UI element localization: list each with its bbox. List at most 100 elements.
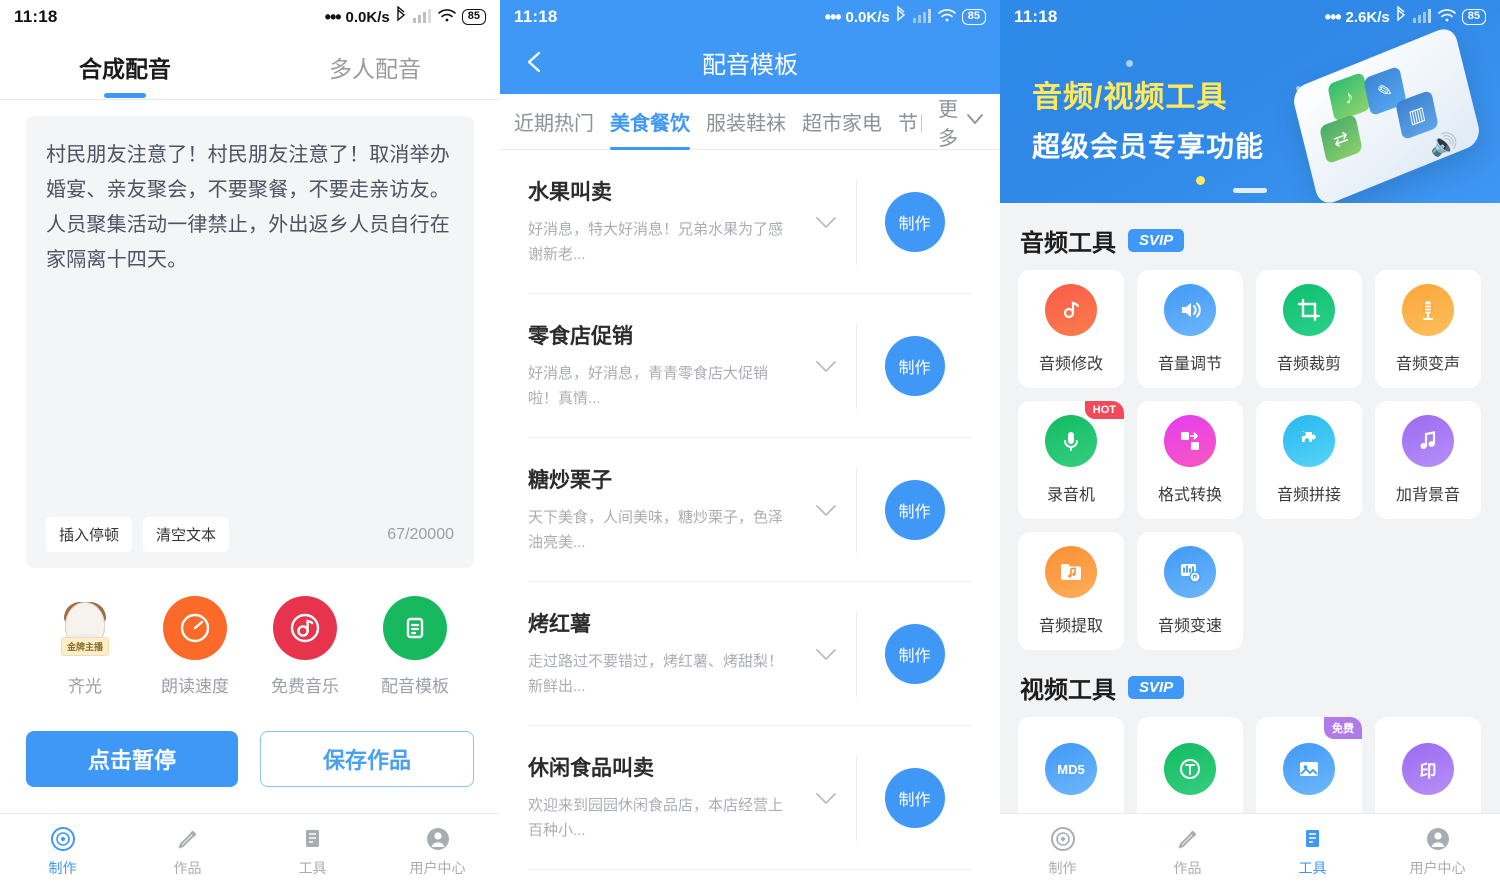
category-tab-clothing[interactable]: 服装鞋袜 bbox=[706, 107, 786, 136]
tool-cell-background-music[interactable]: 加背景音 bbox=[1375, 401, 1481, 519]
svip-badge-video: SVIP bbox=[1128, 676, 1185, 699]
tab-synthesis-dubbing[interactable]: 合成配音 bbox=[0, 50, 250, 84]
image-icon bbox=[1283, 743, 1335, 795]
nav-item-tools[interactable]: 工具 bbox=[250, 824, 375, 878]
nav-label-works: 作品 bbox=[173, 860, 202, 876]
chevron-down-icon bbox=[964, 108, 986, 136]
nav-item-works[interactable]: 作品 bbox=[1125, 824, 1250, 878]
audio-tools-title: 音频工具 bbox=[1020, 230, 1116, 257]
tool-cell-audio-edit[interactable]: 音频修改 bbox=[1018, 270, 1124, 388]
tool-cell-audio-merge[interactable]: 音频拼接 bbox=[1256, 401, 1362, 519]
template-row[interactable]: 零食店促销 好消息，好消息，青青零食店大促销啦！真情... 制作 bbox=[528, 294, 972, 438]
md5-glyph: MD5 bbox=[1057, 761, 1085, 777]
function-reading-speed[interactable]: 朗读速度 bbox=[140, 596, 250, 697]
template-list[interactable]: 水果叫卖 好消息，特大好消息！兄弟水果为了感谢新老... 制作 零食店促销 好消… bbox=[500, 150, 1000, 888]
expand-chevron-icon[interactable] bbox=[796, 351, 856, 381]
template-row[interactable]: 糖炒栗子 天下美食，人间美味，糖炒栗子，色泽油亮美... 制作 bbox=[528, 438, 972, 582]
insert-pause-button[interactable]: 插入停顿 bbox=[46, 517, 133, 552]
status-network-speed-right: 2.6K/s bbox=[1345, 8, 1390, 26]
function-dubbing-template[interactable]: 配音模板 bbox=[360, 596, 470, 697]
tool-label: 录音机 bbox=[1046, 487, 1095, 504]
tool-label: 音频提取 bbox=[1038, 618, 1103, 635]
nav-label-create: 制作 bbox=[1048, 860, 1077, 876]
category-tab-recent-hot[interactable]: 近期热门 bbox=[514, 107, 594, 136]
tool-cell-audio-extract[interactable]: 音频提取 bbox=[1018, 532, 1124, 650]
template-row[interactable]: 休闲食品叫卖 欢迎来到园园休闲食品店，本店经营上百种小... 制作 bbox=[528, 726, 972, 870]
function-voice-actor[interactable]: 金牌主播 齐光 bbox=[30, 596, 140, 697]
promo-banner[interactable]: 11:18 ••• 2.6K/s 85 ♪ ✎ ▥ ⇄ 🔊 音频/视频工具 超级… bbox=[1000, 0, 1500, 203]
save-work-button[interactable]: 保存作品 bbox=[260, 731, 474, 787]
free-tag: 免费 bbox=[1324, 717, 1362, 739]
nav-item-user-center[interactable]: 用户中心 bbox=[375, 824, 500, 878]
audio-tools-section-header: 音频工具 SVIP bbox=[1000, 203, 1500, 270]
nav-item-create[interactable]: 制作 bbox=[1000, 824, 1125, 878]
wifi-icon bbox=[437, 7, 457, 28]
user-icon bbox=[375, 824, 500, 854]
nav-item-create[interactable]: 制作 bbox=[0, 824, 125, 878]
banner-pager-indicator[interactable] bbox=[1233, 188, 1267, 193]
recorder-icon bbox=[1045, 415, 1097, 467]
category-tab-food[interactable]: 美食餐饮 bbox=[610, 107, 690, 150]
back-chevron-icon[interactable] bbox=[518, 45, 552, 79]
dubbing-text-input[interactable]: 村民朋友注意了！村民朋友注意了！取消举办婚宴、亲友聚会，不要聚餐，不要走亲访友。… bbox=[46, 138, 454, 517]
make-button[interactable]: 制作 bbox=[884, 623, 945, 684]
nav-label-works: 作品 bbox=[1173, 860, 1202, 876]
nav-label-create: 制作 bbox=[48, 860, 77, 876]
template-row[interactable]: 烤红薯 走过路过不要错过，烤红薯、烤甜梨！新鲜出... 制作 bbox=[528, 582, 972, 726]
nav-label-tools: 工具 bbox=[1298, 860, 1327, 876]
tool-label: 音频变声 bbox=[1395, 356, 1460, 373]
nav-item-user-center[interactable]: 用户中心 bbox=[1375, 824, 1500, 878]
make-button[interactable]: 制作 bbox=[884, 191, 945, 252]
music-note-circle-icon bbox=[273, 596, 337, 660]
make-button[interactable]: 制作 bbox=[884, 335, 945, 396]
microphone-tune-icon bbox=[1402, 284, 1454, 336]
tab-multi-person-dubbing[interactable]: 多人配音 bbox=[250, 50, 500, 84]
template-desc: 走过路过不要错过，烤红薯、烤甜梨！新鲜出... bbox=[528, 653, 784, 695]
gold-anchor-badge: 金牌主播 bbox=[60, 637, 110, 656]
tool-label: 音量调节 bbox=[1157, 356, 1222, 373]
text-watermark-icon bbox=[1164, 743, 1216, 795]
audio-tools-grid: 音频修改 音量调节 音频裁剪 音频变声 HOT 录音机 格式转换 音频拼接 加背… bbox=[1000, 270, 1500, 650]
nav-item-works[interactable]: 作品 bbox=[125, 824, 250, 878]
audio-edit-icon bbox=[1045, 284, 1097, 336]
tool-cell-voice-change[interactable]: 音频变声 bbox=[1375, 270, 1481, 388]
action-buttons: 点击暂停 保存作品 bbox=[0, 697, 500, 787]
anchor-avatar-icon: 金牌主播 bbox=[53, 596, 117, 660]
template-desc: 欢迎来到园园休闲食品店，本店经营上百种小... bbox=[528, 797, 784, 839]
signal-icon-right bbox=[1412, 7, 1432, 28]
tool-cell-format-convert[interactable]: 格式转换 bbox=[1137, 401, 1243, 519]
function-label-reading-speed: 朗读速度 bbox=[161, 677, 229, 696]
function-free-music[interactable]: 免费音乐 bbox=[250, 596, 360, 697]
template-row[interactable]: 新疆大红枣 制作 bbox=[528, 870, 972, 888]
clear-text-button[interactable]: 清空文本 bbox=[143, 517, 230, 552]
more-categories-button[interactable]: 更多 bbox=[938, 93, 986, 151]
svip-badge-audio: SVIP bbox=[1128, 229, 1185, 252]
seal-icon: 印 bbox=[1402, 743, 1454, 795]
tool-cell-volume[interactable]: 音量调节 bbox=[1137, 270, 1243, 388]
template-desc: 好消息，特大好消息！兄弟水果为了感谢新老... bbox=[528, 221, 784, 263]
tool-cell-recorder[interactable]: HOT 录音机 bbox=[1018, 401, 1124, 519]
nav-item-tools[interactable]: 工具 bbox=[1250, 824, 1375, 878]
template-row[interactable]: 水果叫卖 好消息，特大好消息！兄弟水果为了感谢新老... 制作 bbox=[528, 150, 972, 294]
volume-icon bbox=[1164, 284, 1216, 336]
video-tools-title: 视频工具 bbox=[1020, 677, 1116, 704]
category-tab-supermarket[interactable]: 超市家电 bbox=[802, 107, 882, 136]
expand-chevron-icon[interactable] bbox=[796, 639, 856, 669]
tool-cell-audio-crop[interactable]: 音频裁剪 bbox=[1256, 270, 1362, 388]
tool-label: 格式转换 bbox=[1157, 487, 1222, 504]
more-label: 更多 bbox=[938, 98, 958, 150]
character-counter: 67/20000 bbox=[387, 525, 454, 543]
text-editor-panel: 村民朋友注意了！村民朋友注意了！取消举办婚宴、亲友聚会，不要聚餐，不要走亲访友。… bbox=[26, 116, 474, 568]
expand-chevron-icon[interactable] bbox=[796, 207, 856, 237]
tools-icon bbox=[250, 824, 375, 854]
function-label-dubbing-template: 配音模板 bbox=[381, 677, 449, 696]
expand-chevron-icon[interactable] bbox=[796, 783, 856, 813]
make-button[interactable]: 制作 bbox=[884, 479, 945, 540]
status-time: 11:18 bbox=[14, 7, 58, 26]
pause-button[interactable]: 点击暂停 bbox=[26, 731, 238, 787]
category-tab-festival[interactable]: 节日沉 bbox=[898, 107, 922, 136]
template-name: 烤红薯 bbox=[528, 613, 591, 636]
make-button[interactable]: 制作 bbox=[884, 767, 945, 828]
expand-chevron-icon[interactable] bbox=[796, 495, 856, 525]
tool-cell-audio-speed[interactable]: 音频变速 bbox=[1137, 532, 1243, 650]
